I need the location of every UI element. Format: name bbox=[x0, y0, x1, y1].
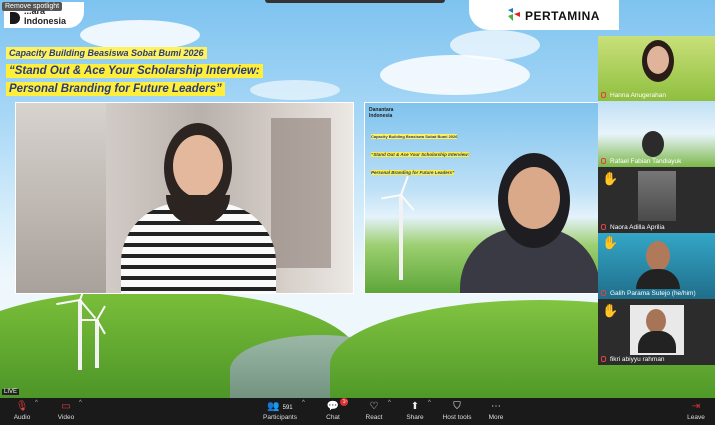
participant-name: Hanna Anugerahan bbox=[610, 92, 667, 99]
share-label: Share bbox=[406, 414, 424, 421]
leave-label: Leave bbox=[687, 414, 705, 421]
room-background bbox=[271, 118, 331, 268]
participant-face bbox=[646, 309, 666, 333]
participant-tile[interactable]: ✋ fikri abiyyu rahman bbox=[598, 299, 715, 365]
participant-body bbox=[636, 269, 680, 289]
shared-logo: Danantara Indonesia bbox=[369, 107, 394, 119]
video-caret-icon[interactable]: ^ bbox=[79, 400, 82, 406]
people-icon: 👥 bbox=[267, 401, 280, 412]
audio-button[interactable]: 🎙 Audio bbox=[10, 400, 34, 423]
shared-slide-line2: Personal Branding for Future Leaders” bbox=[371, 170, 455, 175]
participant-tile[interactable]: Rafael Fabian Tandiayuk bbox=[598, 101, 715, 167]
react-button[interactable]: ♡ React bbox=[362, 400, 386, 423]
top-share-bar bbox=[265, 0, 445, 3]
react-label: React bbox=[365, 414, 383, 421]
participants-count: 591 bbox=[282, 405, 293, 411]
participant-name: Naora Adilla Aprilia bbox=[610, 224, 665, 231]
shared-slide-subtitle: Capacity Building Beasiswa Sobat Bumi 20… bbox=[371, 134, 458, 139]
chat-caret-icon[interactable]: ^ bbox=[345, 400, 348, 406]
participant-face bbox=[642, 131, 664, 157]
participants-caret-icon[interactable]: ^ bbox=[302, 400, 305, 406]
mic-muted-icon: 🎙 bbox=[15, 401, 29, 412]
more-icon: ⋯ bbox=[491, 401, 501, 412]
speaker-video-second[interactable]: Danantara Indonesia Capacity Building Be… bbox=[364, 102, 600, 294]
heart-icon: ♡ bbox=[369, 401, 379, 412]
meeting-stage: ...ara Indonesia Remove spotlight PERTAMI… bbox=[0, 0, 715, 398]
video-label: Video bbox=[57, 414, 75, 421]
participant-name: fikri abiyyu rahman bbox=[610, 356, 665, 363]
raised-hand-icon: ✋ bbox=[602, 171, 619, 186]
mic-muted-icon bbox=[601, 290, 606, 296]
people-icon-wrap: 👥 591 bbox=[260, 400, 300, 414]
speaker2-face bbox=[508, 167, 560, 229]
mic-muted-icon bbox=[601, 356, 606, 362]
meeting-toolbar: 🎙 Audio ^ ▭ Video ^ 👥 591 Participants ^… bbox=[0, 398, 715, 425]
participant-face bbox=[647, 46, 669, 74]
mic-muted-icon bbox=[601, 224, 606, 230]
participant-tile[interactable]: ✋ Naora Adilla Aprilia bbox=[598, 167, 715, 233]
slide-heading-line1: “Stand Out & Ace Your Scholarship Interv… bbox=[6, 64, 263, 78]
raised-hand-icon: ✋ bbox=[602, 303, 619, 318]
mic-muted-icon bbox=[601, 158, 606, 164]
pertamina-text: PERTAMINA bbox=[525, 9, 600, 23]
participant-name: Galih Parama Sutejo (he/him) bbox=[610, 290, 696, 297]
more-button[interactable]: ⋯ More bbox=[484, 400, 508, 423]
cloud-decoration bbox=[380, 55, 530, 95]
more-label: More bbox=[488, 414, 504, 421]
participant-tile[interactable]: Hanna Anugerahan bbox=[598, 36, 715, 101]
slide-title: Capacity Building Beasiswa Sobat Bumi 20… bbox=[6, 43, 264, 97]
participant-name: Rafael Fabian Tandiayuk bbox=[610, 158, 682, 165]
audio-caret-icon[interactable]: ^ bbox=[35, 400, 38, 406]
participant-video bbox=[638, 171, 676, 221]
host-tools-button[interactable]: ⛉ Host tools bbox=[440, 400, 474, 423]
leave-icon: ⇥ bbox=[691, 401, 701, 412]
share-arrow-icon: ⬆ bbox=[410, 401, 420, 412]
shared-slide-title: Capacity Building Beasiswa Sobat Bumi 20… bbox=[371, 125, 491, 179]
host-tools-label: Host tools bbox=[442, 414, 472, 421]
participant-tile[interactable]: ✋ Galih Parama Sutejo (he/him) bbox=[598, 233, 715, 299]
shield-icon: ⛉ bbox=[453, 401, 461, 412]
camera-off-icon: ▭ bbox=[61, 401, 71, 412]
chat-label: Chat bbox=[326, 414, 340, 421]
remove-spotlight-button[interactable]: Remove spotlight bbox=[2, 2, 63, 11]
chat-button[interactable]: 💬 1 Chat bbox=[322, 398, 348, 423]
audio-label: Audio bbox=[13, 414, 31, 421]
react-caret-icon[interactable]: ^ bbox=[388, 400, 391, 406]
pertamina-icon bbox=[508, 8, 520, 21]
live-indicator: LIVE bbox=[2, 389, 20, 395]
shared-slide-line1: “Stand Out & Ace Your Scholarship Interv… bbox=[371, 152, 470, 157]
share-caret-icon[interactable]: ^ bbox=[428, 400, 431, 406]
slide-heading-line2: Personal Branding for Future Leaders” bbox=[6, 82, 225, 96]
room-background bbox=[16, 103, 106, 293]
mic-muted-icon bbox=[601, 92, 606, 98]
share-button[interactable]: ⬆ Share bbox=[404, 400, 426, 423]
leave-button[interactable]: ⇥ Leave bbox=[684, 400, 708, 423]
slide-subtitle: Capacity Building Beasiswa Sobat Bumi 20… bbox=[6, 47, 207, 59]
participants-button[interactable]: 👥 591 Participants bbox=[260, 400, 300, 423]
logo-text: Indonesia bbox=[24, 16, 67, 26]
speaker-video-main[interactable] bbox=[15, 102, 354, 294]
video-button[interactable]: ▭ Video bbox=[54, 400, 78, 423]
logo-mark-icon bbox=[10, 12, 20, 24]
pertamina-logo: PERTAMINA bbox=[469, 0, 619, 30]
participants-label: Participants bbox=[263, 414, 297, 421]
cloud-decoration bbox=[450, 30, 540, 60]
chat-bubble-icon: 💬 1 bbox=[322, 398, 348, 414]
speaker-face bbox=[173, 135, 223, 197]
participant-face bbox=[646, 241, 670, 271]
participant-body bbox=[638, 331, 676, 353]
raised-hand-icon: ✋ bbox=[602, 235, 619, 250]
